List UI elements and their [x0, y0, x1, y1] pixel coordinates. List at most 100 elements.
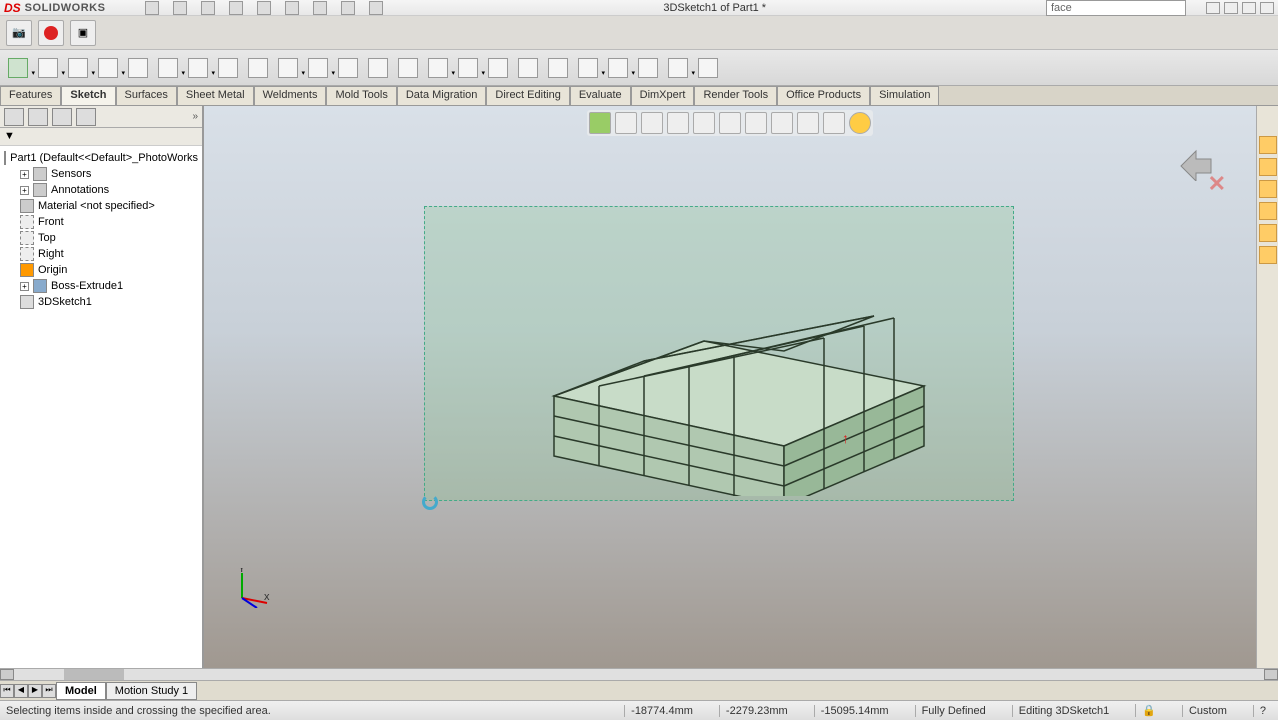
new-icon[interactable] — [145, 1, 159, 15]
mirror-icon[interactable] — [518, 58, 538, 78]
tree-filter[interactable]: ▼ — [0, 128, 202, 146]
quick-snaps-icon[interactable] — [668, 58, 688, 78]
scroll-thumb[interactable] — [64, 669, 124, 680]
cancel-sketch-icon[interactable]: ✕ — [1208, 171, 1226, 197]
sketch-icon[interactable] — [8, 58, 28, 78]
fm-dimxpert-icon[interactable] — [76, 108, 96, 126]
trim-icon[interactable] — [428, 58, 448, 78]
panel-flyout-icon[interactable]: » — [192, 111, 198, 122]
appearances-icon[interactable] — [1259, 224, 1277, 242]
tree-item-origin[interactable]: Origin — [2, 262, 200, 278]
tab-mold-tools[interactable]: Mold Tools — [326, 86, 396, 105]
open-icon[interactable] — [173, 1, 187, 15]
polygon-icon[interactable] — [218, 58, 238, 78]
section-view-icon[interactable] — [667, 112, 689, 134]
tab-motion-study[interactable]: Motion Study 1 — [106, 682, 197, 700]
ellipse-icon[interactable] — [278, 58, 298, 78]
design-library-icon[interactable] — [1259, 158, 1277, 176]
tree-item-material[interactable]: Material <not specified> — [2, 198, 200, 214]
tab-sketch[interactable]: Sketch — [61, 86, 115, 105]
rapid-sketch-icon[interactable] — [698, 58, 718, 78]
solidworks-resources-icon[interactable] — [1259, 136, 1277, 154]
line-icon[interactable] — [68, 58, 88, 78]
slot-icon[interactable] — [128, 58, 148, 78]
settings-dropdown-icon[interactable] — [369, 1, 383, 15]
custom-properties-icon[interactable] — [1259, 246, 1277, 264]
tree-root[interactable]: Part1 (Default<<Default>_PhotoWorks — [2, 150, 200, 166]
tab-model[interactable]: Model — [56, 682, 106, 700]
scroll-right-icon[interactable] — [1264, 669, 1278, 680]
expand-icon[interactable]: + — [20, 282, 29, 291]
edit-appearance-icon[interactable] — [771, 112, 793, 134]
tree-item-annotations[interactable]: + Annotations — [2, 182, 200, 198]
tab-nav-first-icon[interactable]: ⏮ — [0, 684, 14, 698]
display-style-icon[interactable] — [719, 112, 741, 134]
help-icon[interactable] — [1206, 2, 1220, 14]
zoom-fit-icon[interactable] — [589, 112, 611, 134]
tab-features[interactable]: Features — [0, 86, 61, 105]
record-icon[interactable] — [38, 20, 64, 46]
minimize-icon[interactable] — [1224, 2, 1238, 14]
pattern-icon[interactable] — [548, 58, 568, 78]
rebuild-icon[interactable] — [313, 1, 327, 15]
search-input[interactable]: face — [1046, 0, 1186, 16]
rectangle-icon[interactable] — [98, 58, 118, 78]
fm-design-tree-icon[interactable] — [4, 108, 24, 126]
expand-icon[interactable]: + — [20, 186, 29, 195]
horizontal-scrollbar[interactable] — [0, 668, 1278, 680]
model-wireframe[interactable] — [524, 266, 944, 496]
previous-view-icon[interactable] — [641, 112, 663, 134]
tab-evaluate[interactable]: Evaluate — [570, 86, 631, 105]
convert-icon[interactable] — [458, 58, 478, 78]
tab-sheet-metal[interactable]: Sheet Metal — [177, 86, 254, 105]
tab-nav-prev-icon[interactable]: ◀ — [14, 684, 28, 698]
tree-item-front[interactable]: Front — [2, 214, 200, 230]
tree-item-top[interactable]: Top — [2, 230, 200, 246]
scroll-left-icon[interactable] — [0, 669, 14, 680]
tab-render-tools[interactable]: Render Tools — [694, 86, 777, 105]
tree-item-boss-extrude[interactable]: + Boss-Extrude1 — [2, 278, 200, 294]
options-icon[interactable] — [341, 1, 355, 15]
tab-office-products[interactable]: Office Products — [777, 86, 870, 105]
tree-item-right[interactable]: Right — [2, 246, 200, 262]
tab-weldments[interactable]: Weldments — [254, 86, 327, 105]
tab-surfaces[interactable]: Surfaces — [116, 86, 177, 105]
capture-image-icon[interactable]: 📷 — [6, 20, 32, 46]
text-icon[interactable] — [368, 58, 388, 78]
spline-icon[interactable] — [248, 58, 268, 78]
tree-item-sensors[interactable]: + Sensors — [2, 166, 200, 182]
fm-configuration-icon[interactable] — [52, 108, 72, 126]
offset-icon[interactable] — [488, 58, 508, 78]
status-units[interactable]: Custom — [1182, 705, 1233, 717]
expand-icon[interactable]: + — [20, 170, 29, 179]
tab-nav-next-icon[interactable]: ▶ — [28, 684, 42, 698]
render-icon[interactable] — [849, 112, 871, 134]
arc-icon[interactable] — [188, 58, 208, 78]
display-icon[interactable] — [608, 58, 628, 78]
tab-nav-last-icon[interactable]: ⏭ — [42, 684, 56, 698]
move-icon[interactable] — [578, 58, 598, 78]
capture-button-icon[interactable]: ▣ — [70, 20, 96, 46]
print-icon[interactable] — [229, 1, 243, 15]
save-icon[interactable] — [201, 1, 215, 15]
undo-icon[interactable] — [257, 1, 271, 15]
maximize-icon[interactable] — [1242, 2, 1256, 14]
smart-dimension-icon[interactable] — [38, 58, 58, 78]
view-palette-icon[interactable] — [1259, 202, 1277, 220]
select-icon[interactable] — [285, 1, 299, 15]
zoom-area-icon[interactable] — [615, 112, 637, 134]
apply-scene-icon[interactable] — [797, 112, 819, 134]
tab-dimxpert[interactable]: DimXpert — [631, 86, 695, 105]
hide-show-icon[interactable] — [745, 112, 767, 134]
close-icon[interactable] — [1260, 2, 1274, 14]
tab-direct-editing[interactable]: Direct Editing — [486, 86, 569, 105]
tree-item-3dsketch[interactable]: 3DSketch1 — [2, 294, 200, 310]
view-settings-icon[interactable] — [823, 112, 845, 134]
file-explorer-icon[interactable] — [1259, 180, 1277, 198]
tab-data-migration[interactable]: Data Migration — [397, 86, 487, 105]
circle-icon[interactable] — [158, 58, 178, 78]
status-lock-icon[interactable]: 🔒 — [1135, 704, 1162, 717]
fillet-icon[interactable] — [308, 58, 328, 78]
status-help-icon[interactable]: ? — [1253, 705, 1272, 717]
plane-icon[interactable] — [338, 58, 358, 78]
